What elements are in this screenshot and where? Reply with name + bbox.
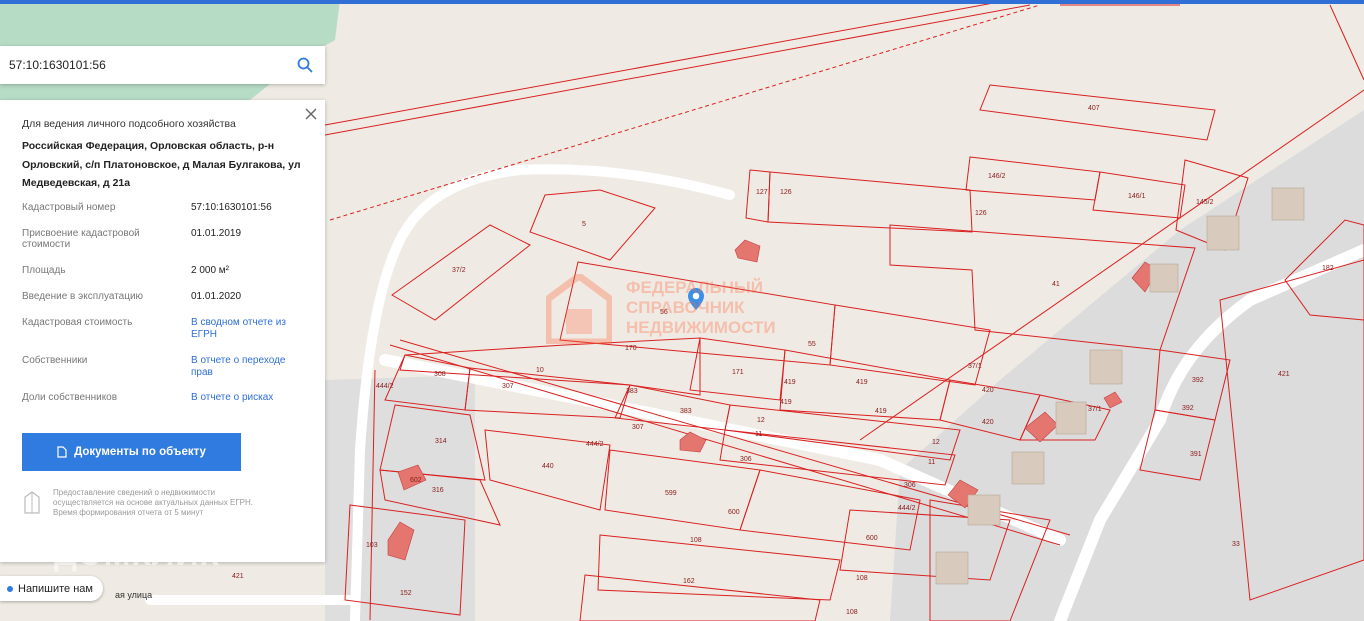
fgis-watermark: ФЕДЕРАЛЬНЫЙ СПРАВОЧНИК НЕДВИЖИМОСТИ — [546, 274, 836, 344]
owner-shares-link[interactable]: В отчете о рисках — [191, 392, 273, 404]
parcel-label: 33 — [1232, 541, 1240, 548]
gray-zone-left — [325, 375, 475, 621]
search-button[interactable] — [285, 46, 325, 84]
parcel-label: 307 — [502, 383, 514, 390]
parcel-label: 391 — [1190, 451, 1202, 458]
area-value: 2 000 м² — [191, 265, 230, 276]
parcel-label: 108 — [846, 609, 858, 616]
commissioning-label: Введение в эксплуатацию — [22, 291, 144, 302]
parcel-label: 162 — [683, 578, 695, 585]
disclaimer-text: Предоставление сведений о недвижимости о… — [53, 488, 253, 517]
parcel-label: 419 — [780, 399, 792, 406]
parcel-label: 599 — [665, 490, 677, 497]
parcel-label: 421 — [1278, 371, 1290, 378]
valuation-date-value: 01.01.2019 — [191, 228, 242, 239]
parcel-label: 306 — [904, 482, 916, 489]
parcel-label: 108 — [690, 537, 702, 544]
area-label: Площадь — [22, 265, 66, 276]
cadastral-number-label: Кадастровый номер — [22, 202, 116, 213]
parcel-label: 383 — [680, 408, 692, 415]
parcel-purpose: Для ведения личного подсобного хозяйства — [22, 118, 236, 130]
parcel-label: 440 — [542, 463, 554, 470]
parcel-label: 407 — [1088, 105, 1100, 112]
parcel-label: 108 — [856, 575, 868, 582]
parcel-label: 11 — [755, 431, 762, 438]
owners-label: Собственники — [22, 355, 88, 366]
documents-button[interactable]: Документы по объекту — [22, 433, 241, 471]
parcel-label: 602 — [410, 477, 422, 484]
parcel-label: 420 — [982, 387, 994, 394]
parcel-label: 444/2 — [586, 441, 604, 448]
parcel-label: 146/1 — [1128, 193, 1146, 200]
parcel-label: 37/1 — [968, 363, 982, 370]
parcel-label: 419 — [784, 379, 796, 386]
parcel-label: 103 — [366, 542, 378, 549]
parcel-label: 444/2 — [376, 383, 394, 390]
parcel-label: 126 — [975, 210, 987, 217]
parcel-label: 420 — [982, 419, 994, 426]
parcel-label: 146/2 — [988, 173, 1006, 180]
chat-button-label: Напишите нам — [18, 582, 93, 595]
search-input[interactable] — [0, 46, 285, 84]
parcel-label: 600 — [728, 509, 740, 516]
parcel-label: 392 — [1182, 405, 1194, 412]
parcel-label: 307 — [632, 424, 644, 431]
documents-button-label: Документы по объекту — [74, 446, 206, 458]
parcel-label: 152 — [400, 590, 412, 597]
parcel-label: 314 — [435, 438, 447, 445]
top-bar — [0, 0, 1364, 4]
chat-button[interactable]: Напишите нам — [0, 576, 103, 601]
document-icon — [57, 446, 67, 458]
search-bar — [0, 46, 325, 84]
parcel-label: 145/2 — [1196, 199, 1214, 206]
street-label: ая улица — [115, 590, 152, 600]
cadastral-number-value: 57:10:1630101:56 — [191, 202, 272, 213]
parcel-label: 182 — [1322, 265, 1334, 272]
close-button[interactable] — [303, 106, 319, 122]
chat-dot-icon — [7, 585, 13, 592]
owner-shares-label: Доли собственников — [22, 392, 118, 403]
parcel-label: 392 — [1192, 377, 1204, 384]
parcel-label: 171 — [732, 369, 744, 376]
parcel-label: 11 — [928, 459, 935, 466]
close-icon — [305, 108, 317, 120]
parcel-label: 444/2 — [898, 505, 916, 512]
parcel-label: 419 — [875, 408, 887, 415]
parcel-label: 383 — [626, 388, 638, 395]
parcel-label: 37/2 — [452, 267, 466, 274]
parcel-info-panel: Для ведения личного подсобного хозяйства… — [0, 100, 325, 562]
parcel-label: 12 — [757, 417, 765, 424]
cadastral-cost-link[interactable]: В сводном отчете из ЕГРН — [191, 317, 291, 341]
parcel-label: 126 — [780, 189, 792, 196]
parcel-label: 127 — [756, 189, 768, 196]
search-icon — [297, 57, 313, 73]
parcel-label: 421 — [232, 573, 244, 580]
building-info-icon — [24, 491, 40, 514]
parcel-label: 419 — [856, 379, 868, 386]
owners-link[interactable]: В отчете о переходе прав — [191, 355, 291, 379]
fgis-watermark-text: ФЕДЕРАЛЬНЫЙ СПРАВОЧНИК НЕДВИЖИМОСТИ — [626, 278, 776, 337]
commissioning-value: 01.01.2020 — [191, 291, 242, 302]
parcel-label: 600 — [866, 535, 878, 542]
parcel-label: 308 — [434, 371, 446, 378]
fgis-logo-icon — [546, 274, 612, 344]
parcel-label: 316 — [432, 487, 444, 494]
valuation-date-label: Присвоение кадастровой стоимости — [22, 228, 140, 250]
parcel-label: 306 — [740, 456, 752, 463]
parcel-label: 37/1 — [1088, 406, 1102, 413]
parcel-label: 41 — [1052, 281, 1060, 288]
parcel-address: Российская Федерация, Орловская область,… — [22, 140, 301, 189]
cadastral-cost-label: Кадастровая стоимость — [22, 317, 133, 328]
parcel-label: 10 — [536, 367, 544, 374]
domclick-watermark: ДОМКЛИК — [54, 536, 220, 572]
parcel-label: 170 — [625, 345, 637, 352]
parcel-label: 5 — [582, 221, 586, 228]
parcel-label: 12 — [932, 439, 940, 446]
